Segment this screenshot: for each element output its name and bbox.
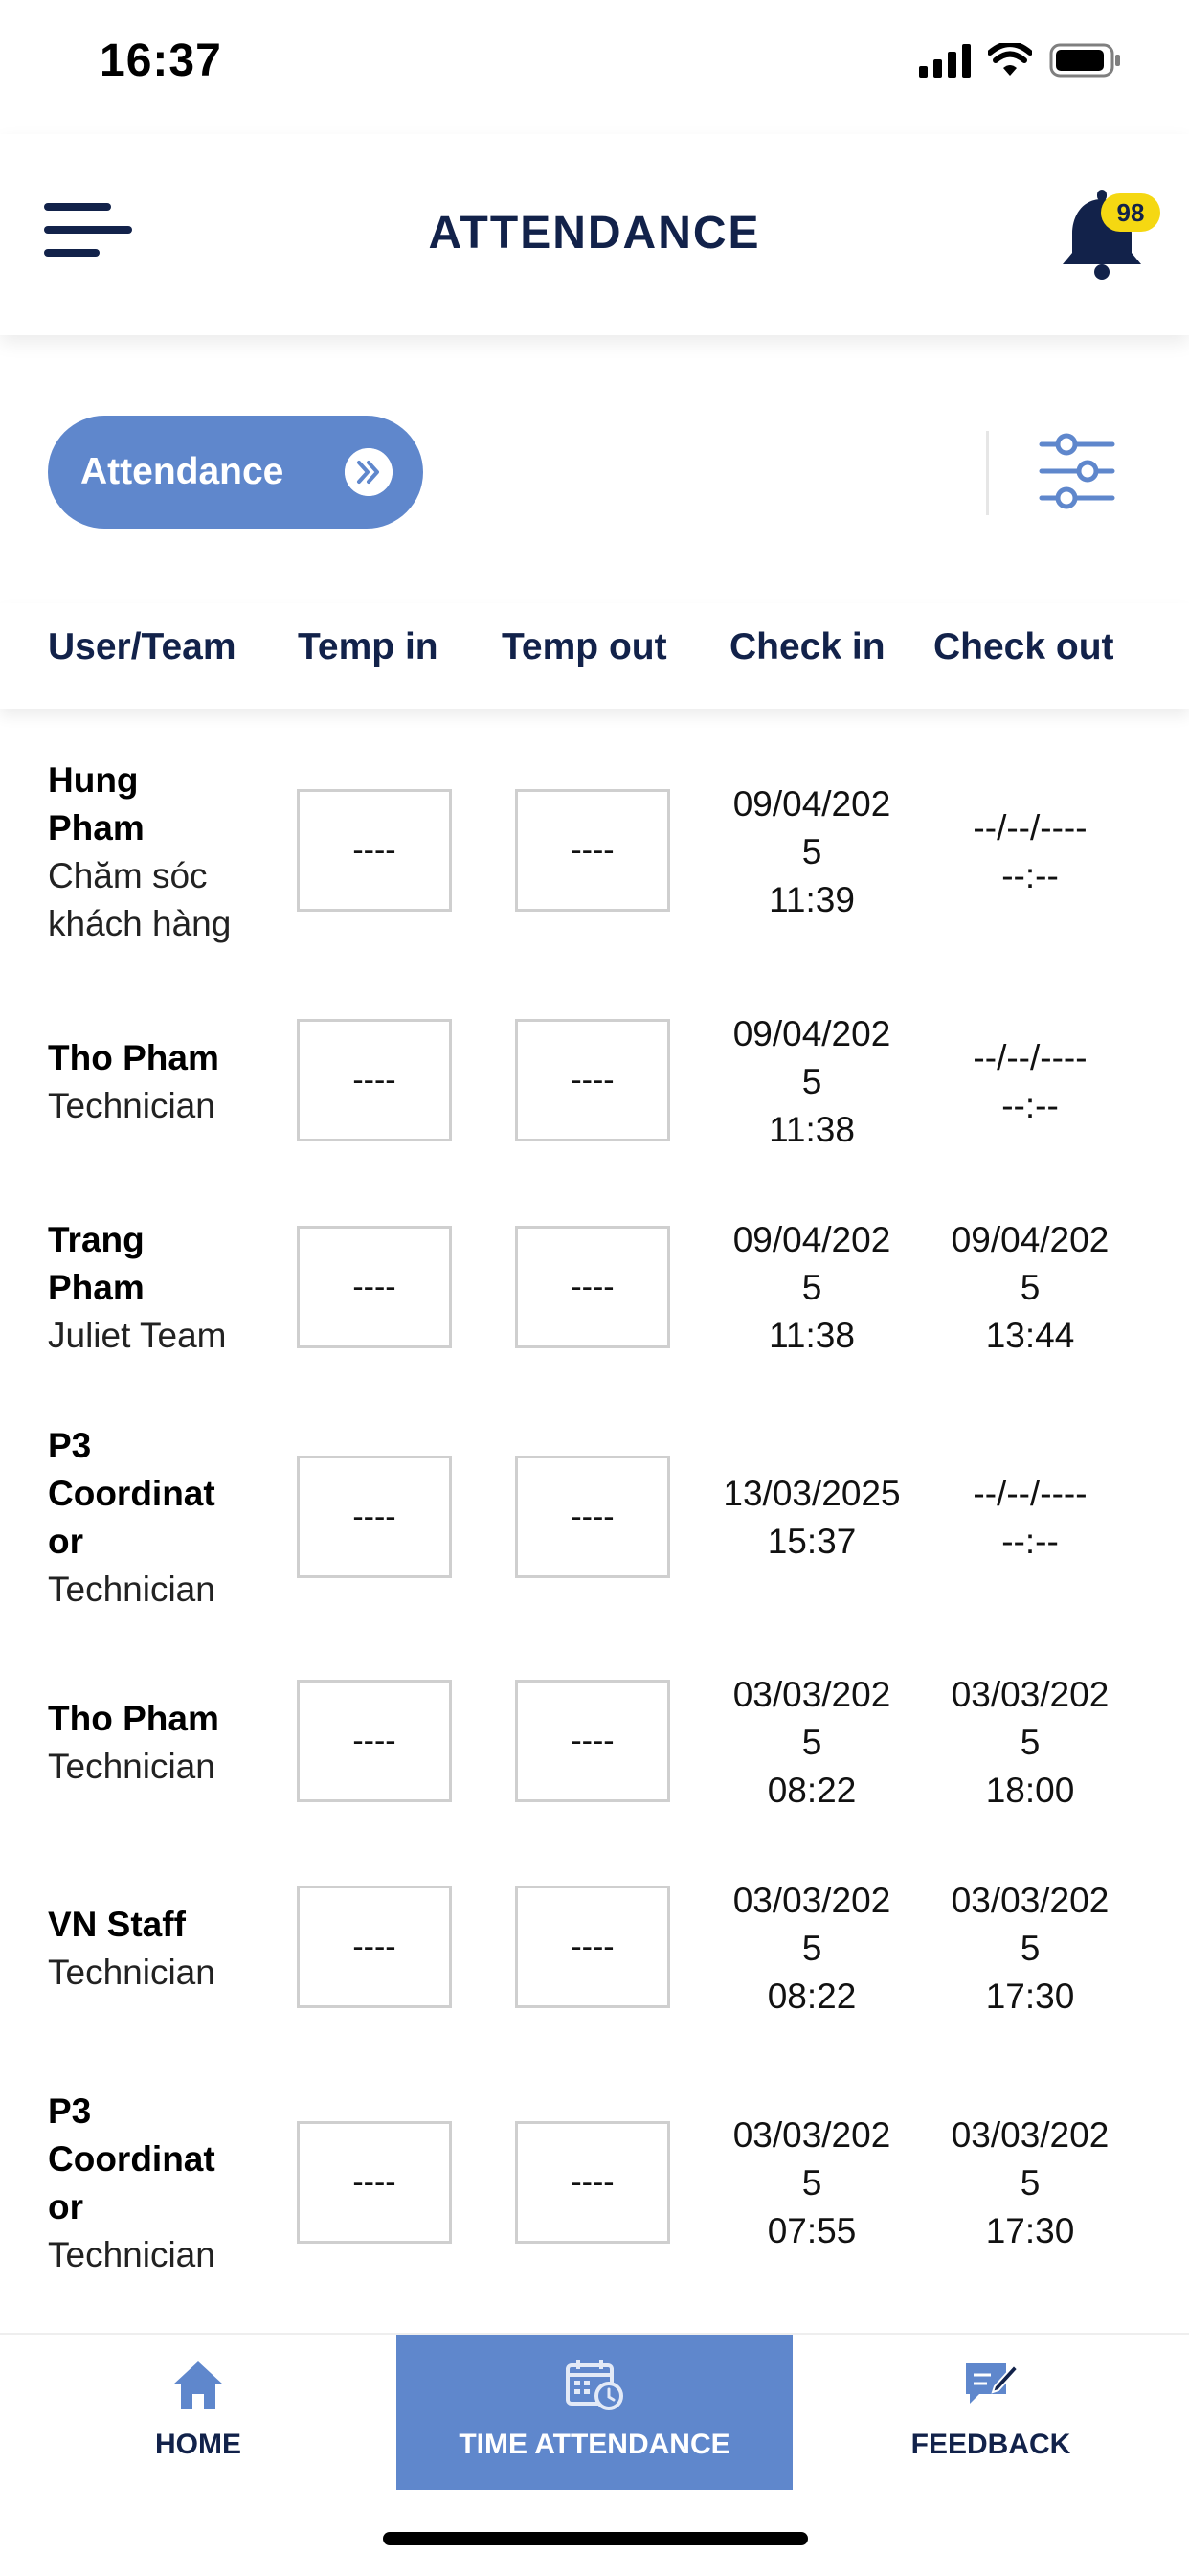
tab-feedback-label: FEEDBACK bbox=[910, 2429, 1071, 2460]
filter-sliders-icon[interactable] bbox=[1038, 431, 1118, 511]
check-out-cell: --/--/---- --:-- bbox=[973, 808, 1088, 895]
user-cell: VN Staff Technician bbox=[48, 1901, 287, 1997]
user-name: P3 Coordinat or bbox=[48, 1426, 215, 1561]
home-icon bbox=[173, 2361, 223, 2409]
temp-out-box[interactable]: ---- bbox=[515, 789, 670, 912]
user-cell: P3 Coordinat or Technician bbox=[48, 1422, 287, 1614]
check-in-cell: 13/03/2025 15:37 bbox=[723, 1474, 901, 1561]
attendance-filter-button[interactable]: Attendance bbox=[48, 416, 423, 529]
user-cell: Tho Pham Technician bbox=[48, 1695, 287, 1791]
check-in-cell: 03/03/202 5 07:55 bbox=[732, 2115, 891, 2250]
divider bbox=[986, 431, 989, 515]
column-header-check-out: Check out bbox=[933, 626, 1114, 667]
check-in-cell: 09/04/202 5 11:38 bbox=[732, 1220, 891, 1355]
temp-out-box[interactable]: ---- bbox=[515, 1226, 670, 1348]
user-team: Technician bbox=[48, 1747, 215, 1786]
cellular-signal-icon bbox=[919, 43, 971, 78]
check-out-cell: 03/03/202 5 17:30 bbox=[951, 1881, 1110, 2016]
filter-row: Attendance bbox=[0, 335, 1189, 565]
status-time: 16:37 bbox=[100, 35, 222, 86]
temp-in-box[interactable]: ---- bbox=[297, 789, 452, 912]
user-name: Tho Pham bbox=[48, 1699, 219, 1738]
user-team: Technician bbox=[48, 1570, 215, 1609]
status-icons bbox=[919, 42, 1122, 79]
temp-out-box[interactable]: ---- bbox=[515, 2121, 670, 2244]
attendance-filter-label: Attendance bbox=[80, 451, 284, 492]
user-name: Trang Pham bbox=[48, 1220, 145, 1307]
temp-out-box[interactable]: ---- bbox=[515, 1680, 670, 1802]
user-name: VN Staff bbox=[48, 1905, 186, 1944]
check-out-cell: 09/04/202 5 13:44 bbox=[951, 1220, 1110, 1355]
table-header: User/Team Temp in Temp out Check in Chec… bbox=[0, 603, 1189, 709]
notification-badge: 98 bbox=[1101, 193, 1160, 232]
tab-home-label: HOME bbox=[155, 2429, 241, 2460]
user-team: Technician bbox=[48, 2235, 215, 2274]
column-header-temp-out: Temp out bbox=[502, 626, 667, 667]
double-chevron-right-icon bbox=[345, 448, 393, 496]
check-out-cell: --/--/---- --:-- bbox=[973, 1038, 1088, 1125]
temp-out-box[interactable]: ---- bbox=[515, 1456, 670, 1578]
temp-in-box[interactable]: ---- bbox=[297, 1680, 452, 1802]
check-out-cell: 03/03/202 5 18:00 bbox=[951, 1675, 1110, 1810]
battery-icon bbox=[1049, 43, 1120, 78]
tab-time-attendance[interactable]: TIME ATTENDANCE bbox=[396, 2335, 793, 2490]
check-out-cell: 03/03/202 5 17:30 bbox=[951, 2115, 1110, 2250]
temp-in-box[interactable]: ---- bbox=[297, 1456, 452, 1578]
user-cell: P3 Coordinat or Technician bbox=[48, 2088, 287, 2279]
check-in-cell: 09/04/202 5 11:38 bbox=[732, 1014, 891, 1149]
status-bar: 16:37 bbox=[0, 0, 1189, 134]
user-name: Hung Pham bbox=[48, 760, 145, 847]
app-header: ATTENDANCE 98 bbox=[0, 134, 1189, 335]
column-header-temp-in: Temp in bbox=[298, 626, 438, 667]
column-header-check-in: Check in bbox=[729, 626, 886, 667]
temp-out-box[interactable]: ---- bbox=[515, 1019, 670, 1141]
user-team: Juliet Team bbox=[48, 1316, 227, 1355]
temp-in-box[interactable]: ---- bbox=[297, 1019, 452, 1141]
page-title: ATTENDANCE bbox=[428, 208, 761, 259]
user-team: Technician bbox=[48, 1953, 215, 1992]
user-team: Technician bbox=[48, 1086, 215, 1125]
column-header-user-team: User/Team bbox=[48, 626, 236, 667]
calendar-clock-icon bbox=[566, 2360, 623, 2410]
temp-in-box[interactable]: ---- bbox=[297, 2121, 452, 2244]
user-cell: Hung Pham Chăm sóc khách hàng bbox=[48, 757, 287, 948]
tab-home[interactable]: HOME bbox=[0, 2335, 396, 2490]
user-cell: Tho Pham Technician bbox=[48, 1034, 287, 1130]
temp-out-box[interactable]: ---- bbox=[515, 1886, 670, 2008]
check-in-cell: 09/04/202 5 11:39 bbox=[732, 784, 891, 919]
home-indicator bbox=[383, 2532, 808, 2545]
wifi-icon bbox=[988, 43, 1032, 76]
check-in-cell: 03/03/202 5 08:22 bbox=[732, 1881, 891, 2016]
user-team: Chăm sóc khách hàng bbox=[48, 856, 232, 943]
feedback-icon bbox=[966, 2363, 1020, 2404]
check-in-cell: 03/03/202 5 08:22 bbox=[732, 1675, 891, 1810]
user-name: Tho Pham bbox=[48, 1038, 219, 1077]
check-out-cell: --/--/---- --:-- bbox=[973, 1474, 1088, 1561]
temp-in-box[interactable]: ---- bbox=[297, 1226, 452, 1348]
user-cell: Trang Pham Juliet Team bbox=[48, 1216, 287, 1360]
tab-feedback[interactable]: FEEDBACK bbox=[793, 2335, 1189, 2490]
user-name: P3 Coordinat or bbox=[48, 2091, 215, 2226]
tab-time-attendance-label: TIME ATTENDANCE bbox=[459, 2429, 730, 2460]
temp-in-box[interactable]: ---- bbox=[297, 1886, 452, 2008]
